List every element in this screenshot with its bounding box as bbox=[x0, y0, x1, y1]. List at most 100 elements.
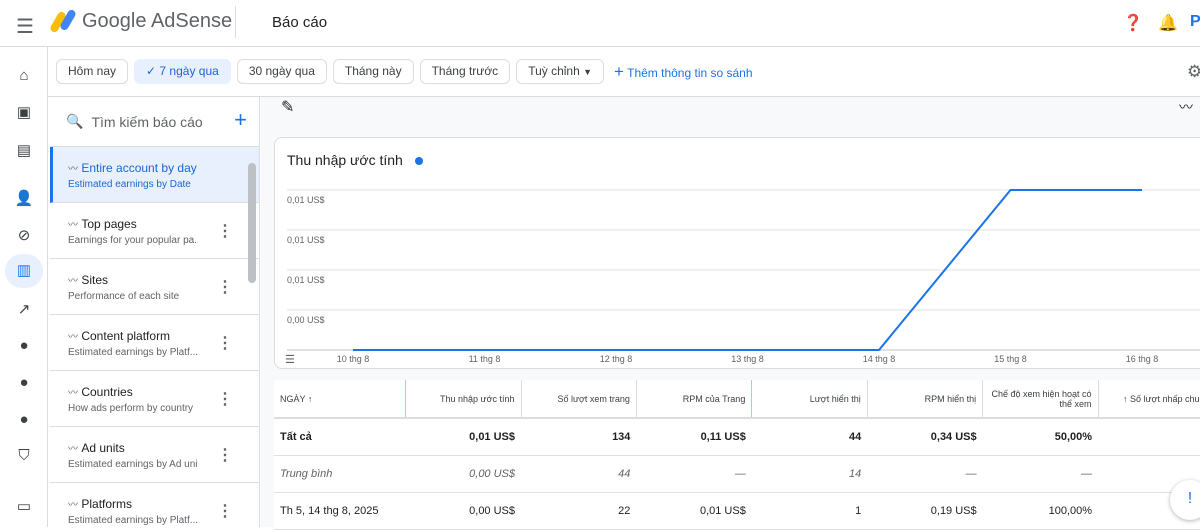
divider bbox=[235, 6, 236, 38]
dot-icon[interactable]: ● bbox=[14, 374, 34, 391]
column-header[interactable]: RPM của Trang bbox=[636, 380, 751, 418]
report-title: Sites bbox=[81, 273, 108, 287]
column-header[interactable]: Lượt hiển thị bbox=[752, 380, 867, 418]
column-header[interactable]: NGÀY ↑ bbox=[274, 380, 406, 418]
report-item[interactable]: 〰 Top pagesEarnings for your popular pa.… bbox=[50, 203, 259, 259]
dot-icon[interactable]: ● bbox=[14, 411, 34, 428]
dot-icon[interactable]: ● bbox=[14, 337, 34, 354]
adsense-logo[interactable]: Google AdSense bbox=[50, 9, 232, 33]
more-icon[interactable]: ⋮ bbox=[217, 333, 233, 353]
chip-today[interactable]: Hôm nay bbox=[56, 59, 128, 84]
report-item[interactable]: 〰 CountriesHow ads perform by country⋮ bbox=[50, 371, 259, 427]
home-icon[interactable]: ⌂ bbox=[14, 67, 34, 84]
column-header[interactable]: RPM hiển thị bbox=[867, 380, 982, 418]
block-icon[interactable]: ⊘ bbox=[14, 226, 34, 244]
table-cell: 14 bbox=[752, 455, 867, 492]
add-report-button[interactable]: + bbox=[234, 107, 247, 133]
x-tick-label: 12 thg 8 bbox=[600, 354, 633, 364]
chip-last-month[interactable]: Tháng trước bbox=[420, 59, 511, 84]
add-comparison-label: Thêm thông tin so sánh bbox=[627, 66, 752, 80]
account-icon[interactable]: 👤 bbox=[14, 189, 34, 207]
menu-icon[interactable]: ☰ bbox=[16, 14, 34, 39]
report-item[interactable]: 〰 SitesPerformance of each site⋮ bbox=[50, 259, 259, 315]
chip-custom[interactable]: Tuỳ chỉnh ▼ bbox=[516, 59, 604, 84]
more-icon[interactable]: ⋮ bbox=[217, 445, 233, 465]
legend-toggle-icon[interactable]: ☰ bbox=[285, 354, 295, 366]
table-cell: 0,34 US$ bbox=[867, 418, 982, 455]
chip-this-month[interactable]: Tháng này bbox=[333, 59, 414, 84]
table-cell: 100,00% bbox=[983, 492, 1098, 529]
report-subtitle: Earnings for your popular pa... bbox=[68, 235, 198, 246]
report-subtitle: Estimated earnings by Platf... bbox=[68, 515, 198, 526]
report-subtitle: Estimated earnings by Ad unit bbox=[68, 459, 198, 470]
trend-icon[interactable]: 〰 bbox=[1179, 97, 1193, 117]
reports-icon[interactable]: ▥ bbox=[5, 254, 43, 288]
more-icon[interactable]: ⋮ bbox=[217, 389, 233, 409]
report-search[interactable]: 🔍 Tìm kiếm báo cáo + bbox=[50, 97, 259, 147]
check-icon: ✓ bbox=[146, 64, 159, 78]
bell-icon[interactable]: 🔔 bbox=[1158, 13, 1178, 33]
sites-icon[interactable]: ▤ bbox=[14, 141, 34, 159]
search-icon: 🔍 bbox=[66, 113, 83, 130]
y-tick-label: 0,00 US$ bbox=[287, 315, 325, 325]
column-header[interactable]: Thu nhập ước tính bbox=[406, 380, 521, 418]
column-header[interactable]: ↑ Số lượt nhấp chuột bbox=[1098, 380, 1200, 418]
report-item[interactable]: 〰 Ad unitsEstimated earnings by Ad unit⋮ bbox=[50, 427, 259, 483]
avatar[interactable]: P bbox=[1190, 13, 1200, 31]
report-table: NGÀY ↑Thu nhập ước tínhSố lượt xem trang… bbox=[274, 380, 1200, 530]
adsense-logo-icon bbox=[50, 9, 76, 33]
x-tick-label: 15 thg 8 bbox=[994, 354, 1027, 364]
report-title: Countries bbox=[81, 385, 132, 399]
report-item[interactable]: 〰 Entire account by dayEstimated earning… bbox=[50, 147, 259, 203]
search-input[interactable]: Tìm kiếm báo cáo bbox=[91, 114, 202, 130]
column-header[interactable]: Chế độ xem hiện hoạt có thể xem bbox=[983, 380, 1098, 418]
trend-icon: 〰 bbox=[68, 276, 78, 287]
y-tick-label: 0,01 US$ bbox=[287, 275, 325, 285]
table-cell: 44 bbox=[521, 455, 636, 492]
line-chart: 0,01 US$0,01 US$0,01 US$0,00 US$☰10 thg … bbox=[275, 138, 1200, 370]
x-tick-label: 13 thg 8 bbox=[731, 354, 764, 364]
report-list: 🔍 Tìm kiếm báo cáo + 〰 Entire account by… bbox=[50, 97, 260, 527]
table-cell: — bbox=[867, 455, 982, 492]
caret-down-icon: ▼ bbox=[583, 67, 592, 77]
table-cell: 1 bbox=[1098, 418, 1200, 455]
more-icon[interactable]: ⋮ bbox=[217, 221, 233, 241]
column-header[interactable]: Số lượt xem trang bbox=[521, 380, 636, 418]
report-item[interactable]: 〰 PlatformsEstimated earnings by Platf..… bbox=[50, 483, 259, 527]
chip-7-days[interactable]: ✓ 7 ngày qua bbox=[134, 59, 231, 84]
x-tick-label: 16 thg 8 bbox=[1126, 354, 1159, 364]
x-tick-label: 14 thg 8 bbox=[863, 354, 896, 364]
ads-icon[interactable]: ▣ bbox=[14, 103, 34, 121]
table-cell: Tất cả bbox=[274, 418, 406, 455]
settings-icon[interactable]: ⚙ bbox=[1187, 62, 1200, 82]
table-row: Th 5, 14 thg 8, 20250,00 US$220,01 US$10… bbox=[274, 492, 1200, 529]
nav-rail: ⌂ ▣ ▤ 👤 ⊘ ▥ ↗ ● ● ● ⛉ ▭ bbox=[0, 47, 48, 527]
edit-icon[interactable]: ✎ bbox=[281, 97, 294, 117]
report-subtitle: Estimated earnings by Platf... bbox=[68, 347, 198, 358]
more-icon[interactable]: ⋮ bbox=[217, 277, 233, 297]
table-row: Tất cả0,01 US$1340,11 US$440,34 US$50,00… bbox=[274, 418, 1200, 455]
top-bar: ☰ Google AdSense Báo cáo ❓ 🔔 P bbox=[0, 0, 1200, 47]
report-title: Content platform bbox=[81, 329, 170, 343]
table-cell: Trung bình bbox=[274, 455, 406, 492]
payments-icon[interactable]: ▭ bbox=[14, 497, 34, 515]
report-item[interactable]: 〰 Content platformEstimated earnings by … bbox=[50, 315, 259, 371]
table-cell: Th 5, 14 thg 8, 2025 bbox=[274, 492, 406, 529]
report-subtitle: Estimated earnings by Date bbox=[68, 179, 198, 190]
table-cell: 0,01 US$ bbox=[636, 492, 751, 529]
privacy-icon[interactable]: ⛉ bbox=[14, 447, 34, 464]
page-title: Báo cáo bbox=[272, 14, 327, 31]
report-title: Ad units bbox=[81, 441, 124, 455]
chip-30-days[interactable]: 30 ngày qua bbox=[237, 59, 327, 84]
add-comparison-button[interactable]: + Thêm thông tin so sánh bbox=[614, 62, 752, 82]
more-icon[interactable]: ⋮ bbox=[217, 501, 233, 521]
scrollbar[interactable] bbox=[248, 163, 256, 283]
trend-icon: 〰 bbox=[68, 220, 78, 231]
table-cell: 0,19 US$ bbox=[867, 492, 982, 529]
table-cell: 22 bbox=[521, 492, 636, 529]
optimization-icon[interactable]: ↗ bbox=[14, 300, 34, 318]
chart-card: Thu nhập ước tính 0,01 US$0,01 US$0,01 U… bbox=[274, 137, 1200, 369]
help-icon[interactable]: ❓ bbox=[1123, 13, 1143, 33]
y-tick-label: 0,01 US$ bbox=[287, 195, 325, 205]
report-subtitle: How ads perform by country bbox=[68, 403, 198, 414]
